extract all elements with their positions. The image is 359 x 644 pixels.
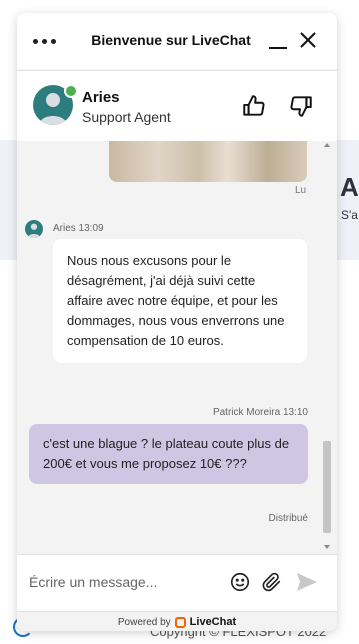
powered-by-footer: Powered by LiveChat [17, 611, 337, 631]
thumbs-up-icon[interactable] [241, 93, 267, 119]
online-status-dot [64, 84, 78, 98]
close-icon[interactable] [297, 29, 319, 51]
livechat-logo-icon [174, 616, 186, 628]
livechat-brand[interactable]: LiveChat [190, 616, 236, 628]
background-title: Al [340, 172, 359, 202]
message-input[interactable] [29, 569, 219, 595]
chat-widget: Bienvenue sur LiveChat Aries Support Age… [17, 13, 337, 631]
more-dots-icon[interactable] [33, 33, 57, 49]
emoji-icon[interactable] [229, 571, 251, 593]
scroll-down-arrow[interactable] [324, 545, 330, 549]
agent-role: Support Agent [82, 109, 171, 125]
agent-message-bubble: Nous nous excusons pour le désagrément, … [53, 239, 307, 363]
user-message-meta: Patrick Moreira 13:10 [212, 407, 308, 418]
agent-name: Aries [82, 89, 120, 106]
message-avatar [25, 220, 43, 238]
delivery-status: Distribué [268, 513, 308, 524]
agent-header: Aries Support Agent [17, 70, 337, 141]
chat-topbar: Bienvenue sur LiveChat [17, 13, 337, 69]
message-list[interactable]: Lu Aries 13:09 Nous nous excusons pour l… [17, 141, 337, 553]
chat-title: Bienvenue sur LiveChat [91, 32, 251, 48]
user-message-bubble: c'est une blague ? le plateau coute plus… [29, 424, 308, 484]
image-attachment[interactable] [109, 141, 307, 182]
thumbs-down-icon[interactable] [288, 93, 314, 119]
agent-message-meta: Aries 13:09 [53, 223, 104, 234]
minimize-icon[interactable] [267, 29, 289, 51]
paperclip-icon[interactable] [261, 571, 283, 593]
powered-by-label: Powered by [117, 616, 171, 628]
background-subtitle: S'a [341, 208, 358, 222]
send-icon[interactable] [295, 571, 319, 593]
scrollbar-thumb[interactable] [323, 441, 331, 533]
message-composer [17, 554, 337, 611]
read-status: Lu [295, 185, 307, 196]
scroll-up-arrow[interactable] [324, 143, 330, 147]
